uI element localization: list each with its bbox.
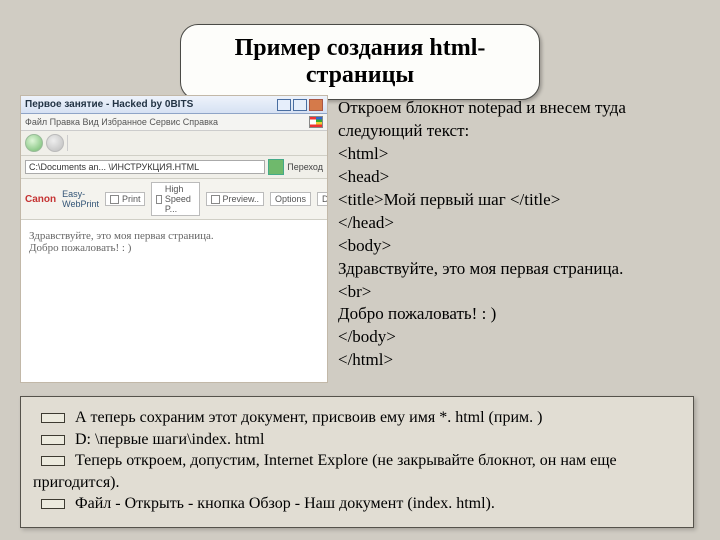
code-line: Здравствуйте, это моя первая страница. <box>338 258 694 281</box>
body-line-2: Добро пожаловать! : ) <box>29 242 319 254</box>
title-container: Пример создания html-страницы <box>180 24 540 100</box>
canon-print-btn: Print <box>105 192 146 206</box>
code-text: Откроем блокнот notepad и внесем туда сл… <box>338 95 694 383</box>
code-line: <br> <box>338 281 694 304</box>
intro-line-2: следующий текст: <box>338 120 694 143</box>
address-toolbar: C:\Documents an... \ИНСТРУКЦИЯ.HTML Пере… <box>21 156 327 179</box>
list-item: Теперь откроем, допустим, Internet Explo… <box>33 450 681 472</box>
code-line: <html> <box>338 143 694 166</box>
nav-divider <box>67 135 68 151</box>
code-line: <body> <box>338 235 694 258</box>
slide: Пример создания html-страницы Первое зан… <box>0 0 720 540</box>
slide-title: Пример создания html-страницы <box>180 24 540 100</box>
canon-preview-btn: Preview.. <box>206 192 265 206</box>
list-continuation: пригодится). <box>33 472 681 494</box>
address-bar: C:\Documents an... \ИНСТРУКЦИЯ.HTML <box>25 160 265 174</box>
minimize-icon <box>277 99 291 111</box>
forward-icon <box>46 134 64 152</box>
list-item: А теперь сохраним этот документ, присвои… <box>33 407 681 429</box>
windows-flag-icon <box>309 116 323 128</box>
canon-hsprint-btn: High Speed P... <box>151 182 199 216</box>
bullet-icon <box>41 435 65 445</box>
menu-items: Файл Правка Вид Избранное Сервис Справка <box>25 117 218 127</box>
code-line: </head> <box>338 212 694 235</box>
list-item: Файл - Открыть - кнопка Обзор - Наш доку… <box>33 493 681 515</box>
code-line: <head> <box>338 166 694 189</box>
maximize-icon <box>293 99 307 111</box>
code-line: <title>Мой первый шаг </title> <box>338 189 694 212</box>
canon-product: Easy-WebPrint <box>62 189 99 209</box>
list-text: А теперь сохраним этот документ, присвои… <box>75 407 542 429</box>
go-icon <box>268 159 284 175</box>
code-line: </html> <box>338 349 694 372</box>
code-line: Добро пожаловать! : ) <box>338 303 694 326</box>
window-titlebar: Первое занятие - Hacked by 0BITS <box>21 96 327 114</box>
go-label: Переход <box>287 162 323 172</box>
bullet-icon <box>41 499 65 509</box>
window-buttons <box>277 99 323 111</box>
list-text: D: \первые шаги\index. html <box>75 429 264 451</box>
nav-toolbar <box>21 131 327 156</box>
canon-options-btn: Options <box>270 192 311 206</box>
body-line-1: Здравствуйте, это моя первая страница. <box>29 230 319 242</box>
bullet-icon <box>41 456 65 466</box>
list-text: Теперь откроем, допустим, Internet Explo… <box>75 450 617 472</box>
list-item: D: \первые шаги\index. html <box>33 429 681 451</box>
canon-dupl-btn: Dupl... <box>317 192 328 206</box>
code-line: </body> <box>338 326 694 349</box>
main-row: Первое занятие - Hacked by 0BITS Файл Пр… <box>20 95 694 383</box>
intro-line-1: Откроем блокнот notepad и внесем туда <box>338 97 694 120</box>
canon-toolbar: Canon Easy-WebPrint Print High Speed P..… <box>21 179 327 220</box>
list-text: Файл - Открыть - кнопка Обзор - Наш доку… <box>75 493 495 515</box>
browser-screenshot: Первое занятие - Hacked by 0BITS Файл Пр… <box>20 95 328 383</box>
window-title-text: Первое занятие - Hacked by 0BITS <box>25 99 193 110</box>
page-body: Здравствуйте, это моя первая страница. Д… <box>21 220 327 264</box>
back-icon <box>25 134 43 152</box>
close-icon <box>309 99 323 111</box>
bullet-icon <box>41 413 65 423</box>
canon-brand: Canon <box>25 194 56 205</box>
menu-bar: Файл Правка Вид Избранное Сервис Справка <box>21 114 327 131</box>
instructions-box: А теперь сохраним этот документ, присвои… <box>20 396 694 528</box>
